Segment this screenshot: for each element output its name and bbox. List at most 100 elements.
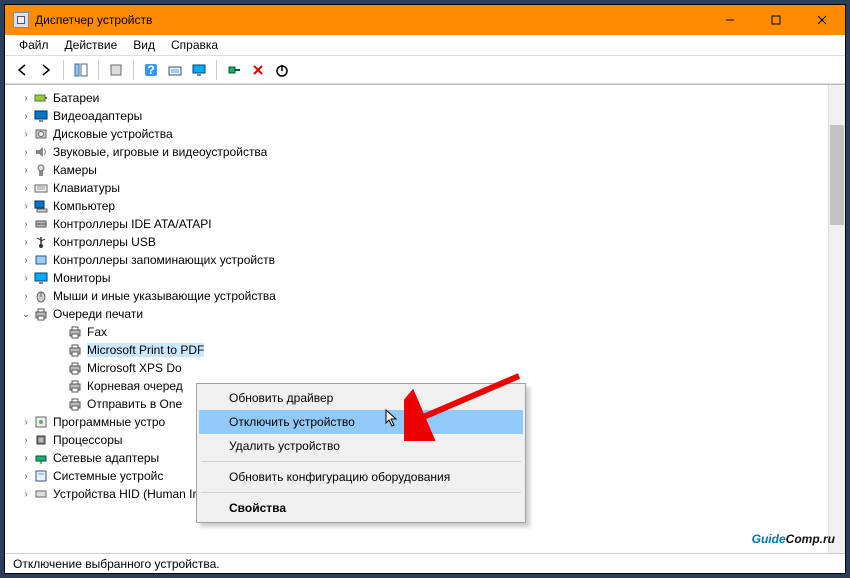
node-icon (67, 325, 83, 339)
expand-icon[interactable]: › (19, 111, 33, 122)
expand-icon[interactable]: › (19, 291, 33, 302)
tree-node[interactable]: ›Батареи (31, 89, 845, 107)
menubar: Файл Действие Вид Справка (5, 35, 845, 56)
uninstall-device-button[interactable] (247, 59, 269, 81)
node-label: Контроллеры запоминающих устройств (53, 253, 275, 267)
scan-hardware-button[interactable] (164, 59, 186, 81)
tree-node[interactable]: ›Контроллеры запоминающих устройств (31, 251, 845, 269)
statusbar-text: Отключение выбранного устройства. (13, 557, 220, 571)
node-label: Мониторы (53, 271, 110, 285)
expand-icon[interactable]: › (19, 129, 33, 140)
tree-node[interactable]: ›Мыши и иные указывающие устройства (31, 287, 845, 305)
tree-node[interactable]: ›Контроллеры IDE ATA/ATAPI (31, 215, 845, 233)
expand-icon[interactable]: › (19, 183, 33, 194)
expand-icon[interactable]: › (19, 489, 33, 500)
tree-node[interactable]: ›Звуковые, игровые и видеоустройства (31, 143, 845, 161)
properties-sheet-button[interactable] (105, 59, 127, 81)
expand-icon[interactable]: › (19, 219, 33, 230)
network-icon (34, 451, 48, 465)
node-icon (33, 469, 49, 483)
node-label: Сетевые адаптеры (53, 451, 159, 465)
collapse-icon[interactable]: ⌄ (19, 309, 33, 320)
monitor-icon (192, 63, 206, 77)
tree-node[interactable]: Microsoft Print to PDF (63, 341, 845, 359)
expand-icon[interactable]: › (19, 453, 33, 464)
context-menu-item[interactable]: Обновить конфигурацию оборудования (199, 465, 523, 489)
tree-node[interactable]: Fax (63, 323, 845, 341)
expand-icon[interactable]: › (19, 201, 33, 212)
printer-icon (34, 307, 48, 321)
help-button[interactable]: ? (140, 59, 162, 81)
tree-node[interactable]: ›Камеры (31, 161, 845, 179)
tree-node[interactable]: ›Контроллеры USB (31, 233, 845, 251)
tree-node[interactable]: ›Мониторы (31, 269, 845, 287)
toolbar-separator (98, 60, 99, 80)
node-icon (33, 145, 49, 159)
window-title: Диспетчер устройств (35, 13, 152, 27)
expand-icon[interactable]: › (19, 471, 33, 482)
display-icon (34, 109, 48, 123)
maximize-icon (771, 15, 781, 25)
device-tree-panel[interactable]: ›Батареи›Видеоадаптеры›Дисковые устройст… (5, 84, 845, 553)
toolbar-separator (63, 60, 64, 80)
mouse-icon (34, 289, 48, 303)
node-label: Звуковые, игровые и видеоустройства (53, 145, 267, 159)
app-icon (13, 12, 29, 28)
hid-icon (34, 487, 48, 501)
disk-icon (34, 127, 48, 141)
expand-icon[interactable]: › (19, 417, 33, 428)
node-icon (33, 415, 49, 429)
arrow-annotation (404, 371, 524, 441)
menu-help[interactable]: Справка (163, 36, 226, 54)
node-icon (33, 271, 49, 285)
context-menu-item[interactable]: Свойства (199, 496, 523, 520)
node-icon (67, 361, 83, 375)
node-icon (33, 253, 49, 267)
expand-icon[interactable]: › (19, 93, 33, 104)
expand-icon[interactable]: › (19, 273, 33, 284)
cursor-icon (385, 409, 399, 429)
minimize-button[interactable] (707, 5, 753, 35)
node-label: Контроллеры IDE ATA/ATAPI (53, 217, 212, 231)
printer-icon (68, 361, 82, 375)
tree-node[interactable]: ›Видеоадаптеры (31, 107, 845, 125)
disable-device-button[interactable] (271, 59, 293, 81)
tree-node[interactable]: ›Дисковые устройства (31, 125, 845, 143)
update-driver-button[interactable] (188, 59, 210, 81)
node-label: Microsoft Print to PDF (87, 343, 204, 357)
node-icon (33, 163, 49, 177)
titlebar[interactable]: Диспетчер устройств (5, 5, 845, 35)
expand-icon[interactable]: › (19, 435, 33, 446)
context-menu-separator (201, 461, 521, 462)
enable-device-button[interactable] (223, 59, 245, 81)
ide-icon (34, 217, 48, 231)
expand-icon[interactable]: › (19, 147, 33, 158)
back-button[interactable] (11, 59, 33, 81)
menu-action[interactable]: Действие (57, 36, 126, 54)
tree-node[interactable]: ›Клавиатуры (31, 179, 845, 197)
tree-node[interactable]: ›Компьютер (31, 197, 845, 215)
keyboard-icon (34, 181, 48, 195)
expand-icon[interactable]: › (19, 165, 33, 176)
node-label: Компьютер (53, 199, 115, 213)
node-icon (33, 487, 49, 501)
usb-icon (34, 235, 48, 249)
menu-view[interactable]: Вид (125, 36, 163, 54)
tree-node[interactable]: ⌄Очереди печати (31, 305, 845, 323)
expand-icon[interactable]: › (19, 237, 33, 248)
svg-text:?: ? (147, 63, 154, 77)
toolbar: ? (5, 56, 845, 84)
maximize-button[interactable] (753, 5, 799, 35)
toolbar-separator (133, 60, 134, 80)
menu-file[interactable]: Файл (11, 36, 57, 54)
node-label: Отправить в One (87, 397, 182, 411)
close-button[interactable] (799, 5, 845, 35)
show-hide-tree-button[interactable] (70, 59, 92, 81)
window: Диспетчер устройств Файл Действие Вид Сп… (4, 4, 846, 574)
cpu-icon (34, 433, 48, 447)
expand-icon[interactable]: › (19, 255, 33, 266)
delete-icon (251, 63, 265, 77)
node-label: Системные устройс (53, 469, 163, 483)
forward-button[interactable] (35, 59, 57, 81)
node-icon (33, 91, 49, 105)
